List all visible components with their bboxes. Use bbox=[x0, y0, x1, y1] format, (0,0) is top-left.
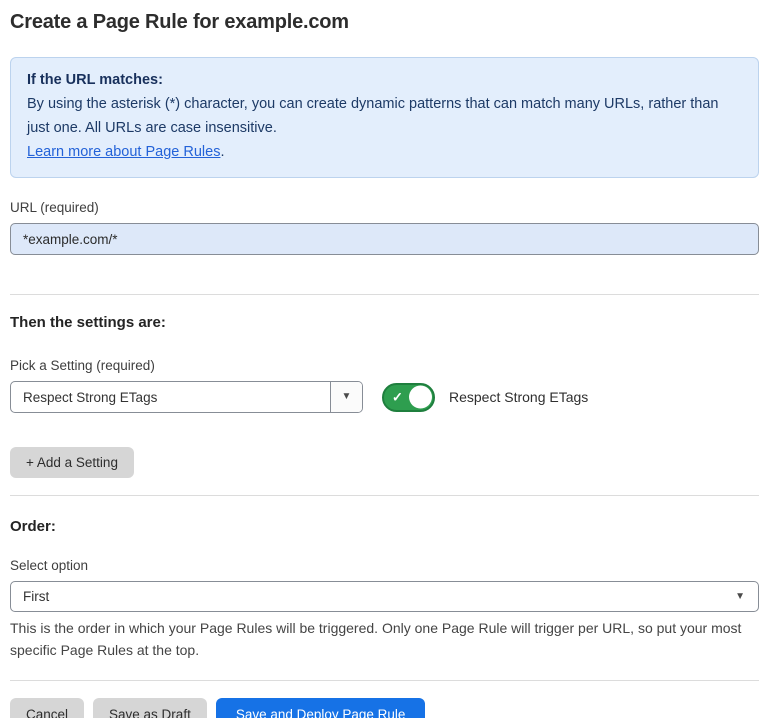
order-select-arrow: ▼ bbox=[735, 582, 758, 611]
divider bbox=[10, 495, 759, 496]
order-help-text: This is the order in which your Page Rul… bbox=[10, 617, 755, 661]
respect-strong-etags-toggle[interactable]: ✓ bbox=[382, 383, 435, 412]
cancel-button[interactable]: Cancel bbox=[10, 698, 84, 718]
info-box-link-line: Learn more about Page Rules. bbox=[27, 140, 742, 164]
order-select-value: First bbox=[11, 582, 735, 611]
page-rule-form: Create a Page Rule for example.com If th… bbox=[0, 0, 769, 718]
check-icon: ✓ bbox=[392, 391, 403, 404]
add-setting-button[interactable]: + Add a Setting bbox=[10, 447, 134, 478]
order-select-label: Select option bbox=[10, 558, 759, 573]
setting-select-arrow-button[interactable]: ▼ bbox=[330, 382, 362, 412]
setting-toggle-group: ✓ Respect Strong ETags bbox=[382, 383, 588, 412]
setting-select[interactable]: Respect Strong ETags ▼ bbox=[10, 381, 363, 413]
toggle-knob bbox=[409, 386, 432, 409]
toggle-label: Respect Strong ETags bbox=[449, 389, 588, 405]
order-select[interactable]: First ▼ bbox=[10, 581, 759, 612]
info-box-heading: If the URL matches: bbox=[27, 68, 742, 92]
page-title: Create a Page Rule for example.com bbox=[10, 11, 759, 34]
url-match-info-box: If the URL matches: By using the asteris… bbox=[10, 57, 759, 178]
chevron-down-icon: ▼ bbox=[735, 592, 745, 602]
url-label: URL (required) bbox=[10, 200, 759, 215]
settings-section-heading: Then the settings are: bbox=[10, 314, 759, 331]
url-input[interactable] bbox=[10, 223, 759, 255]
setting-row: Respect Strong ETags ▼ ✓ Respect Strong … bbox=[10, 381, 759, 413]
pick-setting-label: Pick a Setting (required) bbox=[10, 358, 759, 373]
save-as-draft-button[interactable]: Save as Draft bbox=[93, 698, 207, 718]
setting-select-value: Respect Strong ETags bbox=[11, 382, 330, 412]
divider bbox=[10, 680, 759, 681]
chevron-down-icon: ▼ bbox=[342, 392, 352, 402]
order-section-heading: Order: bbox=[10, 518, 759, 535]
divider bbox=[10, 294, 759, 295]
link-suffix: . bbox=[220, 144, 224, 160]
learn-more-link[interactable]: Learn more about Page Rules bbox=[27, 144, 220, 160]
info-box-body: By using the asterisk (*) character, you… bbox=[27, 92, 742, 140]
save-and-deploy-button[interactable]: Save and Deploy Page Rule bbox=[216, 698, 426, 718]
footer-actions: Cancel Save as Draft Save and Deploy Pag… bbox=[10, 698, 759, 718]
